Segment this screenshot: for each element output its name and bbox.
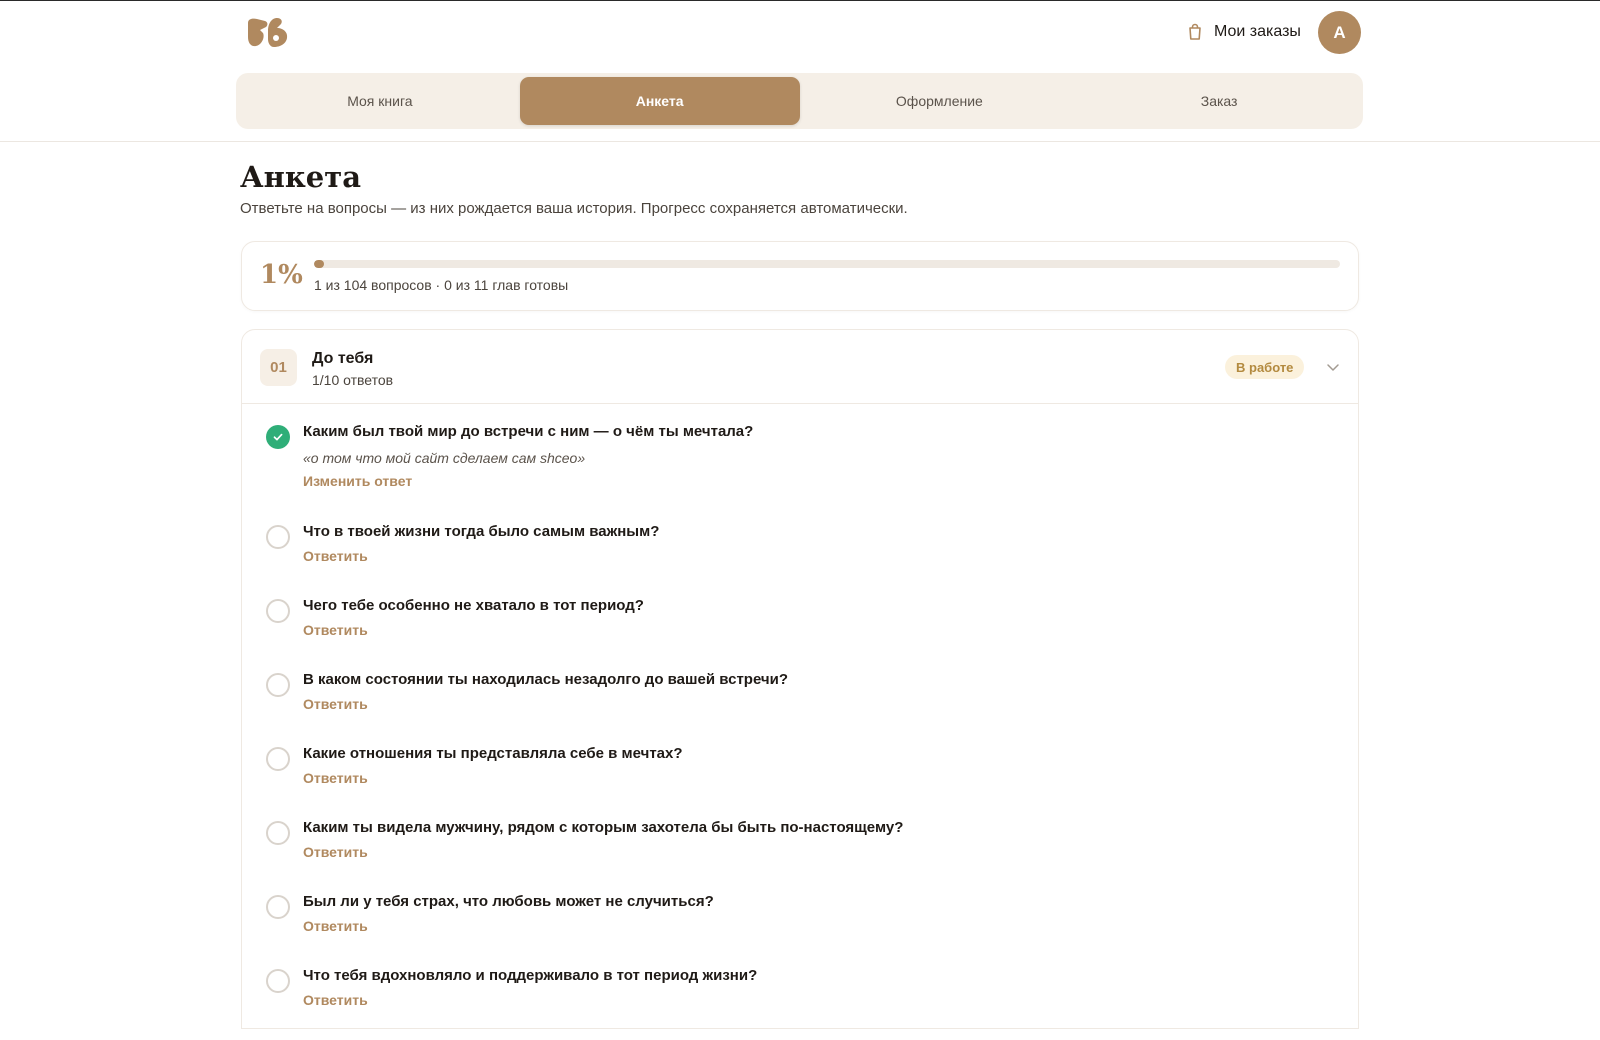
shopping-bag-icon (1189, 23, 1201, 40)
tab-questionnaire[interactable]: Анкета (519, 77, 800, 125)
progress-card: 1% 1 из 104 вопросов · 0 из 11 глав гото… (241, 241, 1359, 311)
user-avatar[interactable]: А (1318, 11, 1361, 54)
check-icon (273, 433, 283, 441)
question-text: Что тебя вдохновляло и поддерживало в то… (303, 967, 758, 984)
answer-link[interactable]: Ответить (303, 548, 368, 564)
question-item: Был ли у тебя страх, что любовь может не… (242, 892, 1358, 966)
answer-link[interactable]: Ответить (303, 992, 368, 1008)
my-orders-label: Мои заказы (1214, 23, 1301, 40)
answer-link[interactable]: Ответить (303, 844, 368, 860)
chapter-title: До тебя (312, 350, 374, 367)
question-status-circle[interactable] (266, 599, 290, 623)
answer-link[interactable]: Ответить (303, 696, 368, 712)
edit-answer-link[interactable]: Изменить ответ (303, 473, 412, 489)
question-item: Чего тебе особенно не хватало в тот пери… (242, 596, 1358, 670)
page-title: Анкета (240, 160, 361, 194)
step-tabs: Моя книга Анкета Оформление Заказ (236, 73, 1363, 129)
question-item: Что в твоей жизни тогда было самым важны… (242, 522, 1358, 596)
question-text: Какие отношения ты представляла себе в м… (303, 745, 683, 762)
question-status-circle[interactable] (266, 969, 290, 993)
question-text: Чего тебе особенно не хватало в тот пери… (303, 597, 644, 614)
answer-link[interactable]: Ответить (303, 770, 368, 786)
question-text: Был ли у тебя страх, что любовь может не… (303, 893, 714, 910)
tab-design[interactable]: Оформление (800, 77, 1080, 125)
question-text: В каком состоянии ты находилась незадолг… (303, 671, 789, 688)
progress-bar (314, 260, 1340, 268)
status-badge: В работе (1225, 355, 1305, 379)
tab-my-book[interactable]: Моя книга (240, 77, 520, 125)
chapter-card: 01 До тебя 1/10 ответов В работе Каким б… (241, 329, 1359, 1029)
question-item: Каким был твой мир до встречи с ним — о … (242, 422, 1358, 522)
question-text: Каким ты видела мужчину, рядом с которым… (303, 819, 904, 836)
page-subtitle: Ответьте на вопросы — из них рождается в… (240, 200, 908, 217)
question-item: В каком состоянии ты находилась незадолг… (242, 670, 1358, 744)
answered-check (266, 425, 290, 449)
my-orders-link[interactable]: Мои заказы (1186, 18, 1301, 46)
progress-percent: 1% (260, 260, 303, 290)
question-list: Каким был твой мир до встречи с ним — о … (242, 404, 1358, 1040)
question-status-circle[interactable] (266, 673, 290, 697)
question-item: Какие отношения ты представляла себе в м… (242, 744, 1358, 818)
progress-bar-fill (314, 260, 325, 268)
progress-summary: 1 из 104 вопросов · 0 из 11 глав готовы (314, 277, 569, 293)
question-status-circle[interactable] (266, 895, 290, 919)
question-answer: «о том что мой сайт сделаем сам shceo» (303, 450, 586, 466)
question-text: Каким был твой мир до встречи с ним — о … (303, 423, 754, 440)
app-header: Мои заказы А Моя книга Анкета Оформление… (0, 1, 1600, 142)
answer-link[interactable]: Ответить (303, 918, 368, 934)
question-text: Что в твоей жизни тогда было самым важны… (303, 523, 660, 540)
question-status-circle[interactable] (266, 821, 290, 845)
question-item: Что тебя вдохновляло и поддерживало в то… (242, 966, 1358, 1040)
brand-logo-icon[interactable] (246, 17, 290, 49)
question-item: Каким ты видела мужчину, рядом с которым… (242, 818, 1358, 892)
question-status-circle[interactable] (266, 747, 290, 771)
chapter-answer-count: 1/10 ответов (312, 372, 394, 388)
chapter-header[interactable]: 01 До тебя 1/10 ответов В работе (242, 330, 1358, 404)
tab-order[interactable]: Заказ (1079, 77, 1359, 125)
answer-link[interactable]: Ответить (303, 622, 368, 638)
chapter-number: 01 (260, 349, 297, 386)
chevron-down-icon[interactable] (1326, 360, 1340, 374)
question-status-circle[interactable] (266, 525, 290, 549)
